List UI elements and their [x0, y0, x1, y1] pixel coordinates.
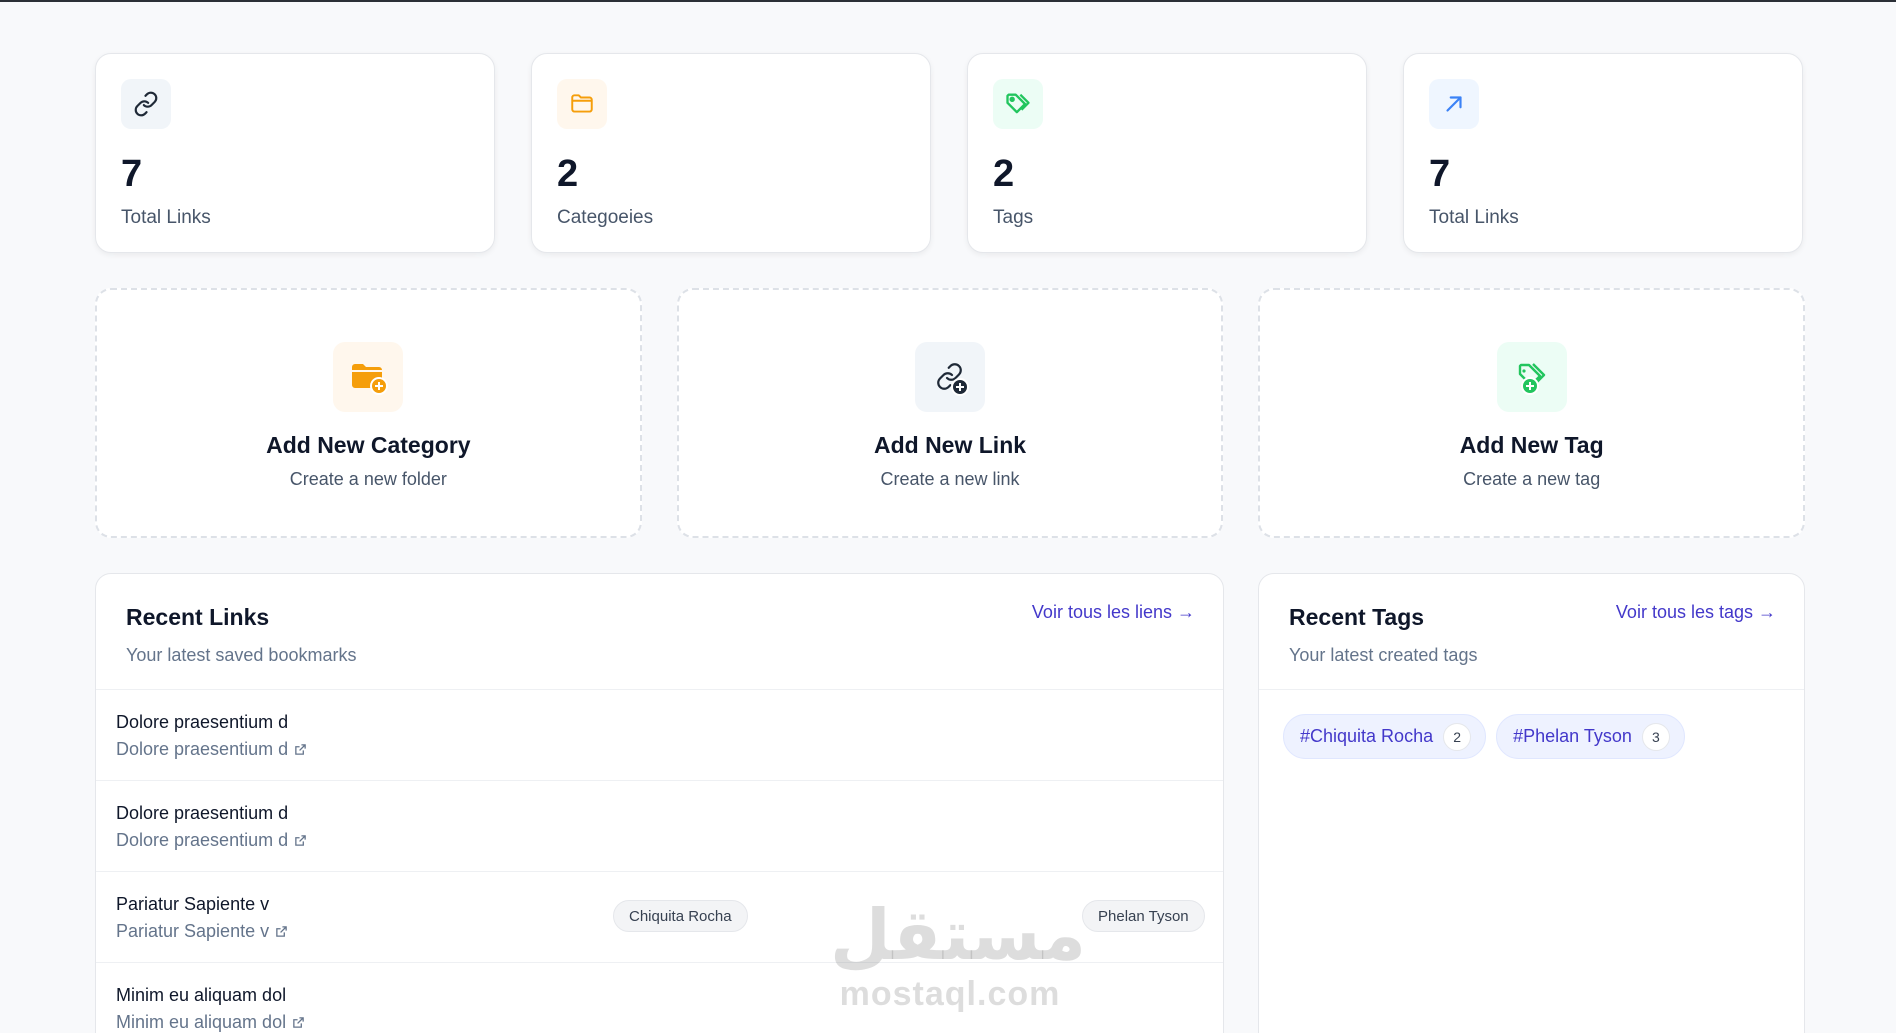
link-url-text: Minim eu aliquam dol: [116, 1012, 287, 1032]
link-row[interactable]: Dolore praesentium d Dolore praesentium …: [96, 781, 1223, 872]
tag-chip[interactable]: Phelan Tyson: [1082, 900, 1205, 932]
recent-tags-panel: Recent Tags Your latest created tags Voi…: [1258, 573, 1805, 1033]
action-title: Add New Tag: [1459, 432, 1604, 458]
view-all-links-link[interactable]: Voir tous les liens →: [1032, 602, 1195, 623]
tags-list: #Chiquita Rocha 2 #Phelan Tyson 3: [1259, 690, 1804, 783]
add-category-button[interactable]: Add New Category Create a new folder: [95, 288, 642, 538]
stat-value: 2: [557, 153, 579, 195]
action-title: Add New Link: [873, 432, 1027, 458]
tag-chip[interactable]: Chiquita Rocha: [613, 900, 748, 932]
action-subtitle: Create a new folder: [289, 469, 447, 489]
stat-card-categories: 2 Categoeies: [531, 53, 931, 253]
arrow-up-right-icon: [1429, 79, 1479, 129]
tag-count-badge: 2: [1443, 722, 1472, 751]
add-link-button[interactable]: Add New Link Create a new link: [676, 288, 1224, 538]
tags-icon: [993, 79, 1043, 129]
external-link-icon: [295, 744, 306, 755]
quick-actions-row: Add New Category Create a new folder Add…: [95, 288, 1806, 538]
link-url[interactable]: Dolore praesentium d: [116, 739, 1203, 760]
recent-links-header: Recent Links Your latest saved bookmarks…: [96, 574, 1223, 690]
action-title: Add New Category: [266, 432, 471, 458]
stat-card-total-links-2: 7 Total Links: [1403, 53, 1803, 253]
link-title: Dolore praesentium d: [116, 803, 289, 823]
panel-subtitle: Your latest saved bookmarks: [126, 645, 357, 665]
tag-pill[interactable]: #Phelan Tyson 3: [1496, 714, 1685, 759]
link-title: Dolore praesentium d: [116, 712, 289, 732]
external-link-icon: [293, 1017, 304, 1028]
panel-subtitle: Your latest created tags: [1289, 645, 1478, 665]
link-row[interactable]: Dolore praesentium d Dolore praesentium …: [96, 690, 1223, 781]
tag-plus-icon: [1496, 342, 1567, 412]
tag-name: #Phelan Tyson: [1513, 726, 1632, 746]
stat-value: 7: [121, 153, 143, 195]
link-icon: [121, 79, 171, 129]
link-url[interactable]: Minim eu aliquam dol: [116, 1012, 1203, 1033]
top-border: [0, 0, 1896, 2]
external-link-icon: [295, 835, 306, 846]
link-url[interactable]: Dolore praesentium d: [116, 830, 1203, 851]
watermark-latin: mostaql.com: [839, 975, 1061, 1013]
watermark-arabic: مستقل: [830, 894, 1087, 976]
link-url-text: Dolore praesentium d: [116, 739, 289, 759]
recent-tags-header: Recent Tags Your latest created tags Voi…: [1259, 574, 1804, 690]
action-subtitle: Create a new tag: [1463, 469, 1601, 489]
folder-plus-icon: [333, 342, 404, 412]
folder-icon: [557, 79, 607, 129]
stat-card-tags: 2 Tags: [967, 53, 1367, 253]
external-link-icon: [276, 926, 287, 937]
stats-row: 7 Total Links 2 Categoeies 2 Tags 7 Tota…: [95, 53, 1805, 253]
tag-pill[interactable]: #Chiquita Rocha 2: [1283, 714, 1487, 759]
view-all-tags-link[interactable]: Voir tous les tags →: [1616, 602, 1776, 623]
stat-label: Categoeies: [557, 207, 654, 228]
stat-value: 2: [993, 153, 1015, 195]
link-plus-icon: [915, 342, 985, 412]
link-url-text: Pariatur Sapiente v: [116, 921, 270, 941]
stat-label: Total Links: [121, 207, 211, 228]
add-tag-button[interactable]: Add New Tag Create a new tag: [1258, 288, 1806, 538]
stat-card-total-links: 7 Total Links: [95, 53, 495, 253]
link-url-text: Dolore praesentium d: [116, 830, 289, 850]
tag-count-badge: 3: [1641, 722, 1670, 751]
stat-label: Total Links: [1429, 207, 1519, 228]
stat-value: 7: [1429, 153, 1451, 195]
tag-name: #Chiquita Rocha: [1300, 726, 1434, 746]
stat-label: Tags: [993, 207, 1034, 228]
watermark: مستقل mostaql.com: [830, 894, 1087, 1014]
action-subtitle: Create a new link: [880, 469, 1020, 489]
